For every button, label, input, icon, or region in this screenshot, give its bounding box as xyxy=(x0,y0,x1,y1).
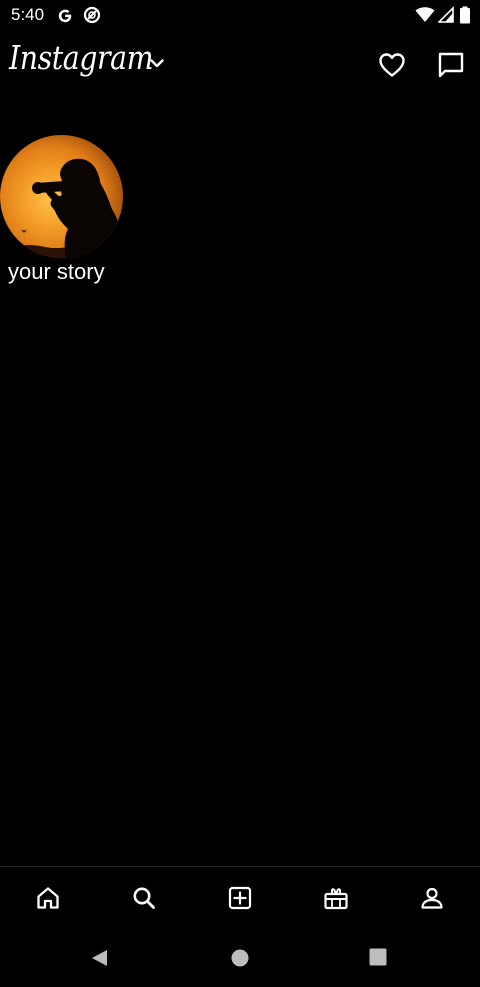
signal-icon xyxy=(438,6,454,23)
instagram-logo[interactable]: Instagram xyxy=(9,38,154,77)
recents-icon[interactable] xyxy=(369,948,387,966)
heart-icon[interactable] xyxy=(377,50,407,80)
wifi-icon xyxy=(415,7,435,22)
stories-tray: your story xyxy=(0,132,480,292)
bottom-navigation xyxy=(0,866,480,929)
story-item-your-story[interactable]: your story xyxy=(0,132,125,292)
battery-icon xyxy=(460,6,470,24)
story-label: your story xyxy=(8,259,105,284)
status-time: 5:40 xyxy=(11,5,45,24)
system-navigation-bar xyxy=(0,929,480,987)
chevron-down-icon[interactable] xyxy=(148,54,166,72)
silhouette-with-camera-at-sunset xyxy=(0,158,123,258)
feed-area xyxy=(0,300,480,865)
top-app-bar: Instagram xyxy=(0,34,480,94)
status-bar: 5:40 xyxy=(0,0,480,32)
home-icon[interactable] xyxy=(35,885,61,911)
data-saver-icon xyxy=(83,6,101,24)
shop-icon[interactable] xyxy=(323,885,349,911)
google-g-icon xyxy=(58,9,72,23)
profile-icon[interactable] xyxy=(419,885,445,911)
home-circle-icon[interactable] xyxy=(230,948,250,968)
search-icon[interactable] xyxy=(131,885,157,911)
back-icon[interactable] xyxy=(90,948,110,968)
story-avatar[interactable] xyxy=(0,135,123,258)
create-post-icon[interactable] xyxy=(227,885,253,911)
messenger-icon[interactable] xyxy=(436,50,466,80)
